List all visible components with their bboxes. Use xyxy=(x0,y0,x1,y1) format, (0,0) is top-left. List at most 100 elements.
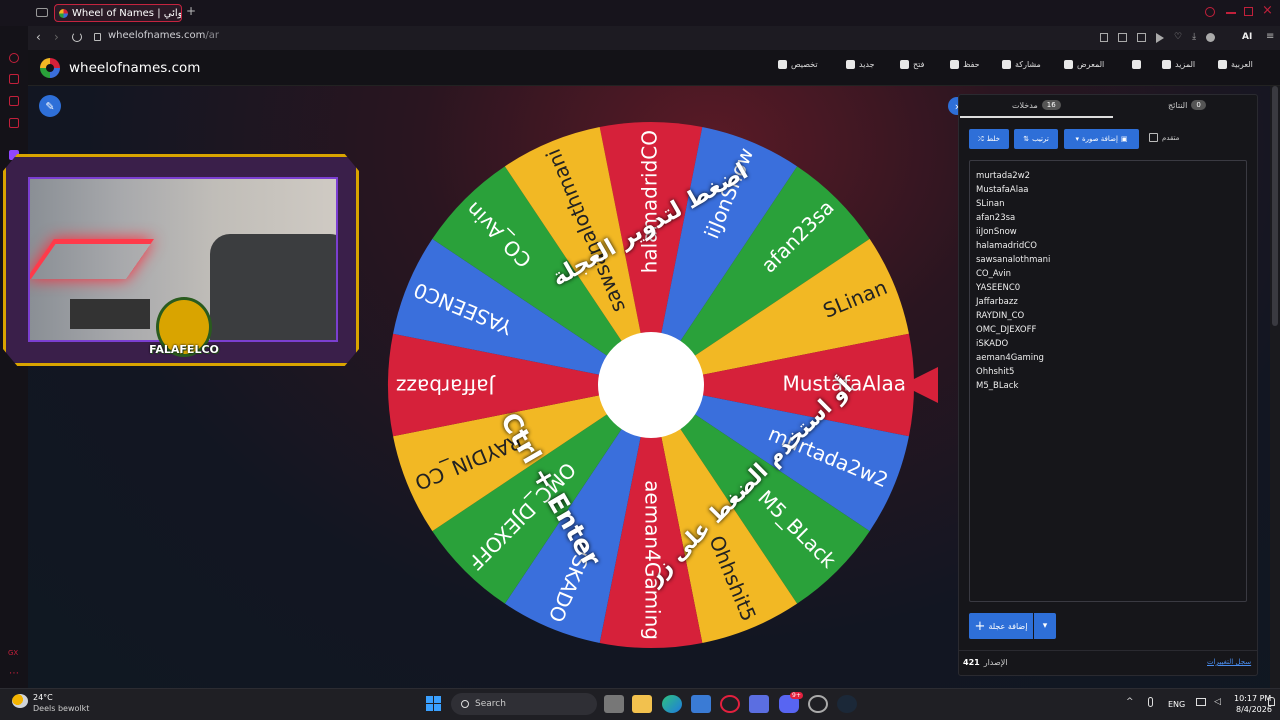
sidebar-more-icon[interactable]: ⋯ xyxy=(9,668,19,679)
header-menu-label: حفظ xyxy=(963,60,980,69)
header-menu-item[interactable]: المعرض xyxy=(1064,60,1104,69)
tab-entries-label: مدخلات xyxy=(1012,100,1038,110)
task-view-icon[interactable] xyxy=(604,695,624,713)
download-icon[interactable]: ⤓ xyxy=(1192,33,1196,43)
edit-pencil-button[interactable]: ✎ xyxy=(39,95,61,117)
player-icon[interactable] xyxy=(1156,33,1164,43)
site-logo-icon[interactable] xyxy=(40,58,60,78)
panel-footer-divider xyxy=(958,650,1258,651)
minimize-icon[interactable] xyxy=(1226,12,1236,14)
entry-item: RAYDIN_CO xyxy=(976,311,1025,321)
changelog-link[interactable]: سجل التغييرات xyxy=(1207,658,1251,666)
maximize-icon[interactable] xyxy=(1244,7,1253,16)
sort-label: ترتيب xyxy=(1032,135,1049,143)
header-menu-label: جديد xyxy=(859,60,875,69)
sort-button[interactable]: ⇅ ترتيب xyxy=(1014,129,1058,149)
wheel-center[interactable] xyxy=(598,332,704,438)
search-icon xyxy=(1064,60,1073,69)
advanced-toggle[interactable]: متقدم xyxy=(1149,133,1179,142)
header-menu-item[interactable]: مشاركة xyxy=(1002,60,1041,69)
add-wheel-label: إضافة عجلة xyxy=(988,621,1028,631)
reload-icon[interactable] xyxy=(72,32,82,42)
version-number: 421 xyxy=(963,658,980,667)
entry-item: aeman4Gaming xyxy=(976,353,1044,363)
sidebar-icon-3[interactable] xyxy=(9,96,19,106)
new-tab-button[interactable]: + xyxy=(186,4,196,18)
tab-entries[interactable]: مدخلات 16 xyxy=(1012,100,1061,110)
start-button-icon[interactable] xyxy=(426,696,441,711)
network-icon[interactable] xyxy=(1196,698,1206,706)
heart-icon[interactable]: ♡ xyxy=(1174,33,1182,43)
search-tabs-icon[interactable] xyxy=(1205,7,1215,17)
plus-icon: + xyxy=(974,618,986,634)
globe-icon xyxy=(1218,60,1227,69)
app-icon-2[interactable] xyxy=(808,695,828,713)
taskbar-search-box[interactable]: Search xyxy=(451,693,597,715)
microphone-icon[interactable] xyxy=(1148,697,1153,707)
ai-button[interactable]: AI xyxy=(1242,32,1252,42)
clock-time[interactable]: 10:17 PM xyxy=(1234,694,1271,703)
entry-item: Jaffarbazz xyxy=(976,297,1018,307)
tab-menu-icon[interactable] xyxy=(36,8,48,17)
header-menu-item[interactable]: العربية xyxy=(1218,60,1253,69)
weather-icon[interactable] xyxy=(12,694,28,708)
weather-desc[interactable]: Deels bewolkt xyxy=(33,704,89,713)
app-icon-1[interactable] xyxy=(749,695,769,713)
header-menu-label: المعرض xyxy=(1077,60,1105,69)
url-field[interactable]: wheelofnames.com/ar xyxy=(108,30,219,41)
sidebar-gx-label[interactable]: GX xyxy=(8,649,18,657)
entry-item: iiJonSnow xyxy=(976,227,1017,237)
entry-item: CO_Avin xyxy=(976,269,1011,279)
tab-results[interactable]: النتائج 0 xyxy=(1168,100,1206,110)
edge-icon[interactable] xyxy=(662,695,682,713)
entry-item: OMC_DJEXOFF xyxy=(976,325,1037,335)
browser-menu-icon[interactable]: ≡ xyxy=(1266,31,1274,42)
url-domain: wheelofnames.com xyxy=(108,30,206,41)
tab-title: Wheel of Names | العشوائي xyxy=(72,7,182,19)
add-wheel-button[interactable]: + إضافة عجلة xyxy=(969,613,1033,639)
sidebar-icon-2[interactable] xyxy=(9,74,19,84)
steam-icon[interactable] xyxy=(837,695,857,713)
entry-item: M5_BLack xyxy=(976,381,1019,391)
header-menu-item[interactable]: فتح xyxy=(900,60,924,69)
add-wheel-dropdown-button[interactable]: ▾ xyxy=(1034,613,1056,639)
entry-item: SLinan xyxy=(976,199,1005,209)
page-scrollbar[interactable] xyxy=(1270,86,1280,688)
forward-icon[interactable]: › xyxy=(54,30,59,44)
browser-toolbar-icons: ♡ ⤓ xyxy=(1100,33,1216,43)
sidebar-icon-4[interactable] xyxy=(9,118,19,128)
opera-gx-taskbar-icon[interactable] xyxy=(720,695,740,713)
header-menu-item[interactable]: جديد xyxy=(846,60,875,69)
language-indicator[interactable]: ENG xyxy=(1168,700,1185,709)
image-icon: ▣ xyxy=(1120,135,1128,143)
chevron-down-icon xyxy=(1162,60,1171,69)
header-menu-item[interactable]: حفظ xyxy=(950,60,980,69)
header-menu-item[interactable] xyxy=(1132,60,1145,69)
weather-temp[interactable]: 24°C xyxy=(33,693,53,702)
notification-bell-icon[interactable] xyxy=(1268,697,1275,706)
advanced-checkbox[interactable] xyxy=(1149,133,1158,142)
add-image-button[interactable]: ▾ إضافة صورة ▣ xyxy=(1064,129,1139,149)
header-menu-item[interactable]: تخصيص xyxy=(778,60,818,69)
back-icon[interactable]: ‹ xyxy=(36,30,41,44)
file-explorer-icon[interactable] xyxy=(632,695,652,713)
extension-icon[interactable] xyxy=(1137,33,1146,42)
site-name[interactable]: wheelofnames.com xyxy=(69,60,200,76)
bookmark-icon[interactable] xyxy=(1100,33,1108,42)
entries-textarea[interactable]: murtada2w2 MustafaAlaa SLinan afan23sa iiJon… xyxy=(969,160,1247,602)
entry-item: afan23sa xyxy=(976,213,1016,223)
snapshot-icon[interactable] xyxy=(1118,33,1127,42)
shuffle-label: خلط xyxy=(986,135,1000,143)
close-window-icon[interactable]: × xyxy=(1262,3,1273,18)
volume-icon[interactable]: ◁ xyxy=(1214,697,1221,707)
wheel-pointer-icon xyxy=(902,367,938,403)
tray-chevron-icon[interactable]: ^ xyxy=(1126,697,1134,707)
header-menu-item[interactable]: المزيد xyxy=(1162,60,1195,69)
profile-icon[interactable] xyxy=(1206,33,1216,42)
tab-wheel-of-names[interactable]: Wheel of Names | العشوائي × xyxy=(54,4,182,22)
clock-date[interactable]: 8/4/2026 xyxy=(1236,705,1272,714)
shuffle-button[interactable]: ⤮ خلط xyxy=(969,129,1009,149)
sidebar-icon-1[interactable] xyxy=(9,53,19,63)
tab-bar: Wheel of Names | العشوائي × + × xyxy=(0,0,1280,26)
store-icon[interactable] xyxy=(691,695,711,713)
